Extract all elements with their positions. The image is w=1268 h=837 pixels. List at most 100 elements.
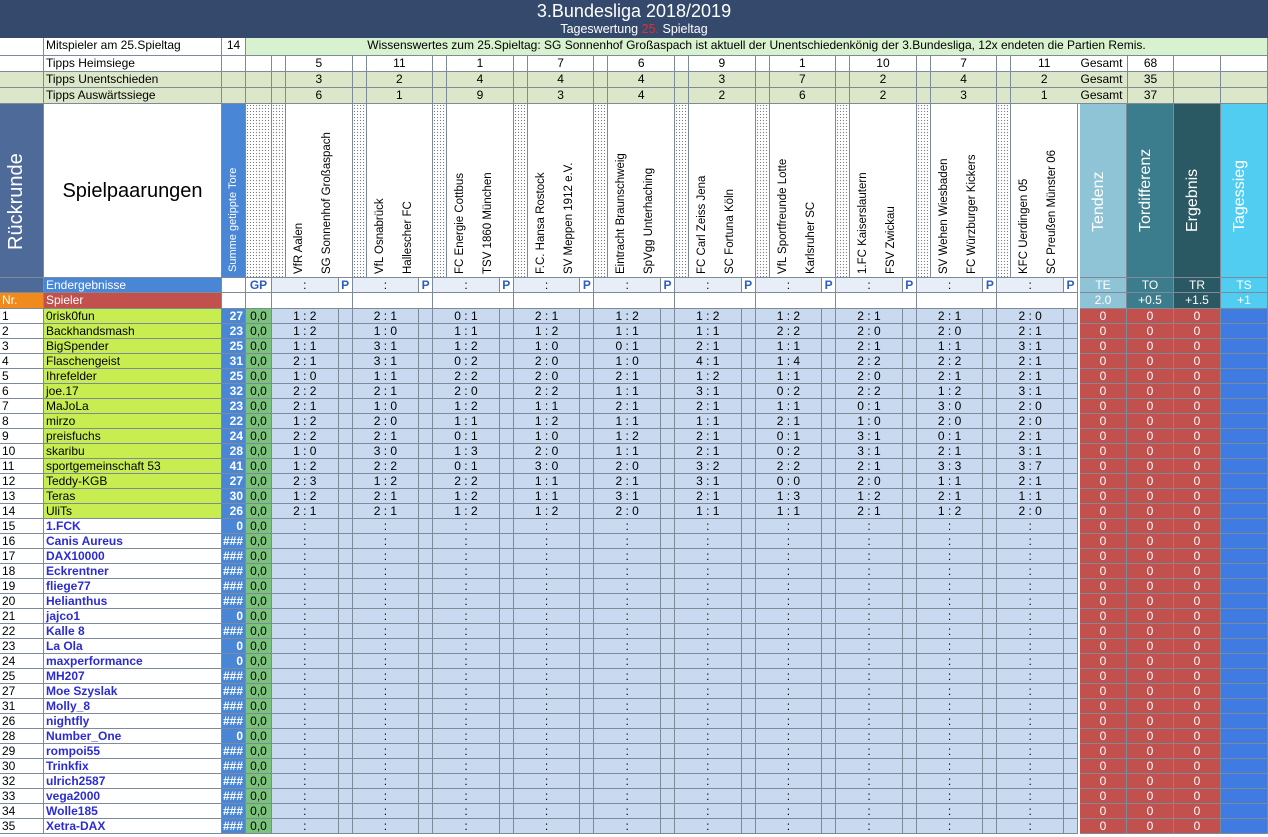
player-tip[interactable]: 2 : 0 [594,459,661,474]
player-tip[interactable]: 0 : 1 [433,459,500,474]
player-tip[interactable]: 2 : 2 [272,429,339,444]
player-tip[interactable]: : [916,594,984,609]
player-name[interactable]: 1.FCK [44,519,222,534]
player-tip[interactable]: 1 : 2 [594,429,661,444]
player-tip[interactable]: : [352,594,420,609]
player-tip[interactable]: : [352,609,420,624]
player-tip[interactable]: 1 : 2 [675,369,742,384]
player-tip[interactable]: 1 : 3 [433,444,500,459]
player-tip[interactable]: : [997,774,1064,789]
player-tip[interactable]: : [433,639,500,654]
player-tip[interactable]: : [836,699,903,714]
player-tip[interactable]: : [836,819,903,834]
player-tip[interactable]: : [272,744,339,759]
player-tip[interactable]: : [675,519,742,534]
player-tip[interactable]: : [594,639,661,654]
player-tip[interactable]: : [272,699,339,714]
player-tip[interactable]: 0 : 2 [755,444,823,459]
player-tip[interactable]: 3 : 1 [352,339,420,354]
player-tip[interactable]: 2 : 0 [997,399,1064,414]
player-tip[interactable]: 2 : 1 [675,339,742,354]
player-tip[interactable]: : [997,759,1064,774]
player-tip[interactable]: : [997,549,1064,564]
player-tip[interactable]: 1 : 2 [272,309,339,324]
final-score-input[interactable]: : [272,278,339,293]
player-tip[interactable]: : [836,534,903,549]
player-tip[interactable]: 3 : 1 [836,444,903,459]
player-tip[interactable]: : [352,744,420,759]
player-tip[interactable]: 0 : 1 [433,309,500,324]
player-tip[interactable]: 2 : 0 [352,414,420,429]
player-name[interactable]: Wolle185 [44,804,222,819]
player-tip[interactable]: : [997,609,1064,624]
player-tip[interactable]: : [675,789,742,804]
player-tip[interactable]: : [755,579,823,594]
player-tip[interactable]: : [513,699,581,714]
player-tip[interactable]: 0 : 2 [755,384,823,399]
player-tip[interactable]: : [836,789,903,804]
player-tip[interactable]: : [675,534,742,549]
player-tip[interactable]: : [755,684,823,699]
player-tip[interactable]: : [433,594,500,609]
player-tip[interactable]: 1 : 0 [513,429,581,444]
player-tip[interactable]: : [675,609,742,624]
player-name[interactable]: Number_One [44,729,222,744]
player-tip[interactable]: : [916,639,984,654]
player-tip[interactable]: 1 : 1 [675,504,742,519]
player-tip[interactable]: 2 : 1 [675,429,742,444]
player-name[interactable]: jajco1 [44,609,222,624]
player-tip[interactable]: : [433,699,500,714]
player-tip[interactable]: : [513,729,581,744]
player-tip[interactable]: : [433,744,500,759]
player-name[interactable]: DAX10000 [44,549,222,564]
player-tip[interactable]: 1 : 1 [916,474,984,489]
player-tip[interactable]: : [272,549,339,564]
player-tip[interactable]: : [513,519,581,534]
player-tip[interactable]: 1 : 2 [836,489,903,504]
player-tip[interactable]: 2 : 0 [836,474,903,489]
player-tip[interactable]: : [352,774,420,789]
player-name[interactable]: Canis Aureus [44,534,222,549]
player-tip[interactable]: : [916,789,984,804]
player-tip[interactable]: : [755,624,823,639]
player-tip[interactable]: 1 : 0 [272,444,339,459]
player-tip[interactable]: 1 : 2 [513,324,581,339]
player-tip[interactable]: 3 : 1 [675,474,742,489]
player-tip[interactable]: : [997,789,1064,804]
player-tip[interactable]: : [513,789,581,804]
player-tip[interactable]: : [352,804,420,819]
player-tip[interactable]: : [755,669,823,684]
player-tip[interactable]: 3 : 1 [997,444,1064,459]
player-tip[interactable]: : [836,639,903,654]
player-tip[interactable]: : [997,579,1064,594]
player-tip[interactable]: : [675,579,742,594]
player-tip[interactable]: : [675,684,742,699]
player-tip[interactable]: 1 : 0 [594,354,661,369]
player-tip[interactable]: : [272,819,339,834]
player-tip[interactable]: : [352,819,420,834]
player-tip[interactable]: 2 : 2 [836,384,903,399]
player-tip[interactable]: : [836,579,903,594]
player-tip[interactable]: : [272,759,339,774]
player-tip[interactable]: 2 : 2 [755,324,823,339]
player-tip[interactable]: 2 : 0 [433,384,500,399]
player-tip[interactable]: : [272,564,339,579]
player-tip[interactable]: 1 : 2 [916,504,984,519]
player-tip[interactable]: : [997,639,1064,654]
player-tip[interactable]: : [997,729,1064,744]
player-name[interactable]: Ihrefelder [44,369,222,384]
player-tip[interactable]: : [513,669,581,684]
player-tip[interactable]: : [513,609,581,624]
player-tip[interactable]: 1 : 2 [513,414,581,429]
player-tip[interactable]: : [916,699,984,714]
player-tip[interactable]: : [997,819,1064,834]
player-tip[interactable]: : [272,669,339,684]
player-tip[interactable]: 2 : 1 [352,504,420,519]
player-tip[interactable]: : [755,699,823,714]
player-tip[interactable]: 2 : 1 [836,309,903,324]
player-tip[interactable]: : [433,774,500,789]
player-tip[interactable]: : [916,819,984,834]
player-tip[interactable]: 1 : 1 [513,474,581,489]
player-tip[interactable]: : [675,639,742,654]
player-tip[interactable]: 2 : 2 [433,369,500,384]
